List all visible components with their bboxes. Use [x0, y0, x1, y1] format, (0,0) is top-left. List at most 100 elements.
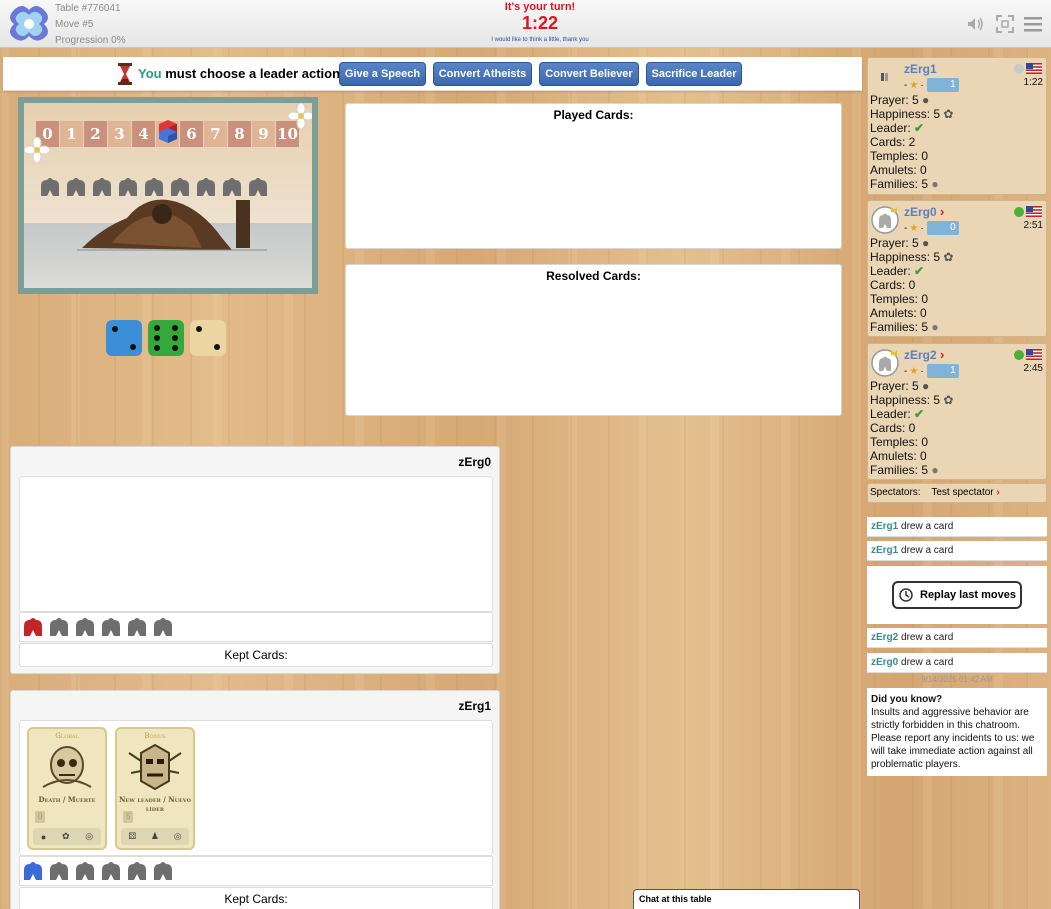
laurel-icon: 0	[926, 221, 959, 235]
turn-timer: 1:22	[521, 13, 559, 33]
log-timestamp: 9/14/2025 01:42 AM	[921, 675, 993, 684]
player-name[interactable]: zErg0	[904, 205, 937, 219]
star-icon: ★	[909, 222, 919, 234]
laurel-icon: 1	[926, 364, 959, 378]
log-text: drew a card	[898, 632, 954, 643]
spectators-label: Spectators:	[870, 487, 921, 498]
player-panel: zErg0 › 2:51 - ★ · 0 Prayer: 5 ● Happine…	[867, 200, 1047, 337]
kept-cards-label: Kept Cards:	[19, 887, 493, 909]
arrow-right-icon: ›	[996, 487, 1000, 498]
die-blue	[106, 320, 142, 356]
check-icon: ✔	[914, 264, 925, 278]
player-avatar[interactable]	[871, 206, 899, 234]
amulets-stat: Amulets: 0	[870, 163, 927, 177]
chat-window[interactable]: Chat at this table	[633, 889, 860, 909]
player-board-name: zErg0	[458, 455, 491, 469]
top-bar: Table #776041 Move #5 Progression 0% It'…	[0, 0, 1051, 48]
prayer-stat: Prayer: 5	[870, 236, 919, 250]
played-cards-area: Played Cards:	[345, 103, 842, 249]
us-flag-icon	[1026, 206, 1042, 217]
player-panel: zErg1 1:22 - ★ · 1 Prayer: 5 ● Happiness…	[867, 57, 1047, 195]
convert-believer-button[interactable]: Convert Believer	[539, 62, 639, 86]
log-player[interactable]: zErg1	[871, 545, 898, 556]
track-cell: 4	[132, 121, 155, 147]
sacrifice-leader-button[interactable]: Sacrifice Leader	[646, 62, 742, 86]
player-time: 2:45	[1023, 363, 1043, 374]
cards-stat: Cards: 0	[870, 421, 916, 435]
action-bar: You must choose a leader action Give a S…	[3, 57, 862, 91]
track-cell: 2	[84, 121, 107, 147]
track-cell: 7	[204, 121, 227, 147]
status-dot	[1014, 64, 1024, 74]
happiness-stat: Happiness: 5	[870, 107, 941, 121]
log-text: drew a card	[898, 545, 954, 556]
hand-area: Global Death / Muerte 0 ● ✿ ◎ Bonus New …	[19, 720, 493, 856]
menu-icon[interactable]	[1024, 15, 1042, 33]
families-stat: Families: 5	[870, 463, 929, 477]
island-illustration	[77, 199, 267, 251]
log-player[interactable]: zErg0	[871, 657, 898, 668]
spectators-bar: Spectators: Test spectator ›	[867, 483, 1047, 503]
player-rank: - ★ · 0	[904, 221, 959, 235]
log-text: drew a card	[898, 657, 954, 668]
did-you-know-text: Insults and aggressive behavior are stri…	[871, 707, 1035, 770]
hand-card[interactable]: Bonus New leader / Nuevo líder 5 ⚄ ♟ ◎	[115, 727, 195, 850]
action-prompt: You must choose a leader action	[138, 66, 340, 81]
laurel-icon: 1	[926, 78, 959, 92]
log-player[interactable]: zErg2	[871, 632, 898, 643]
prayer-icon: ●	[40, 831, 47, 842]
replay-label: Replay last moves	[920, 589, 1016, 601]
sound-icon[interactable]	[966, 15, 984, 33]
spectator-name[interactable]: Test spectator	[931, 487, 993, 498]
site-logo[interactable]	[8, 4, 50, 42]
card-cost: 0	[35, 811, 46, 823]
move-number: Move #5	[55, 19, 94, 30]
player-stats: Prayer: 5 ● Happiness: 5 ✿ Leader: ✔ Car…	[870, 93, 954, 191]
player-name[interactable]: zErg2	[904, 348, 937, 362]
kept-cards-label: Kept Cards:	[19, 643, 493, 667]
fullscreen-icon[interactable]	[996, 15, 1014, 33]
player-time: 1:22	[1023, 77, 1043, 88]
player-board-name: zErg1	[458, 699, 491, 713]
did-you-know-box: Did you know? Insults and aggressive beh…	[867, 688, 1047, 776]
card-cost: 5	[123, 811, 134, 823]
player-avatar[interactable]	[871, 349, 899, 377]
player-stats: Prayer: 5 ● Happiness: 5 ✿ Leader: ✔ Car…	[870, 236, 954, 334]
player-name[interactable]: zErg1	[904, 62, 937, 76]
families-stat: Families: 5	[870, 320, 929, 334]
die-green	[148, 320, 184, 356]
card-effects: ● ✿ ◎	[33, 828, 101, 845]
card-type: Bonus	[144, 732, 166, 740]
player-rank: - ★ · 1	[904, 364, 959, 378]
convert-atheists-button[interactable]: Convert Atheists	[433, 62, 532, 86]
status-dot	[1014, 207, 1024, 217]
meeple-icon: ♟	[150, 831, 159, 841]
temple-icon: ◎	[173, 831, 182, 841]
prayer-stat: Prayer: 5	[870, 379, 919, 393]
player-stats: Prayer: 5 ● Happiness: 5 ✿ Leader: ✔ Car…	[870, 379, 954, 477]
leader-stat: Leader:	[870, 121, 911, 135]
replay-last-moves-button[interactable]: Replay last moves	[892, 581, 1022, 609]
player-panel: zErg2 › 2:45 - ★ · 1 Prayer: 5 ● Happine…	[867, 343, 1047, 480]
arrow-right-icon: ›	[940, 347, 945, 362]
cards-stat: Cards: 0	[870, 278, 916, 292]
track-cell: 6	[180, 121, 203, 147]
log-text: drew a card	[898, 521, 954, 532]
game-board: 0 1 2 3 4 5 6 7 8 9 10	[18, 97, 318, 294]
player-time: 2:51	[1023, 220, 1043, 231]
log-entry: zErg0 drew a card	[867, 653, 1047, 673]
resolved-cards-area: Resolved Cards:	[345, 264, 842, 416]
us-flag-icon	[1026, 349, 1042, 360]
check-icon: ✔	[914, 121, 925, 135]
card-effects: ⚄ ♟ ◎	[121, 828, 189, 845]
give-speech-button[interactable]: Give a Speech	[339, 62, 426, 86]
leader-stat: Leader:	[870, 264, 911, 278]
log-player[interactable]: zErg1	[871, 521, 898, 532]
hand-card[interactable]: Global Death / Muerte 0 ● ✿ ◎	[27, 727, 107, 850]
card-title: Death / Muerte	[38, 795, 96, 804]
think-link[interactable]: I would like to think a little, thank yo…	[440, 37, 640, 43]
star-icon: ★	[909, 365, 919, 377]
prompt-you: You	[138, 66, 162, 81]
status-dot	[1014, 350, 1024, 360]
history-icon	[899, 588, 913, 602]
